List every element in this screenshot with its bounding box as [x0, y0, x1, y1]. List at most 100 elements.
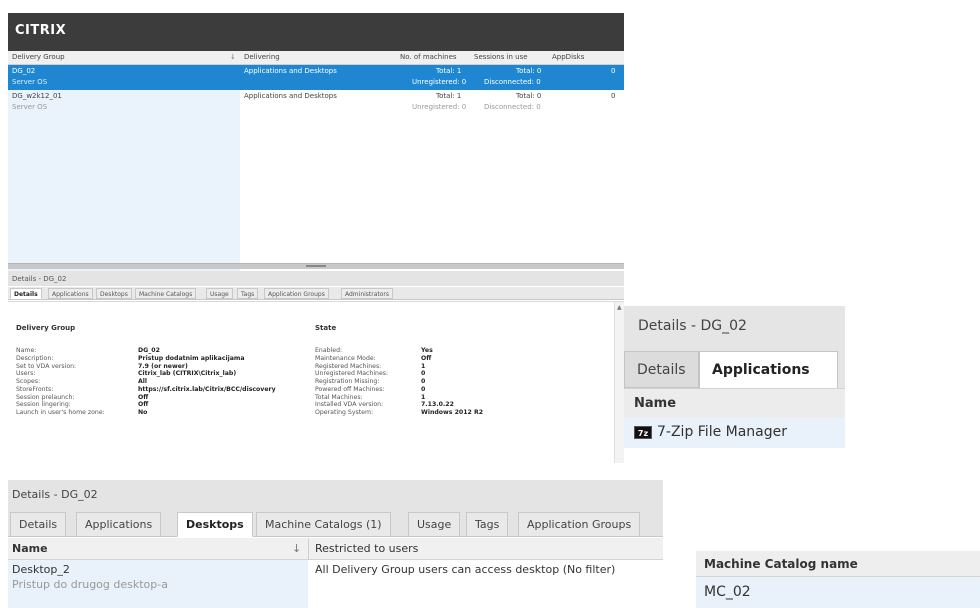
row-machines-total: Total: 1 — [436, 67, 462, 75]
details-body: Delivery Group State Name: Description: … — [8, 301, 624, 463]
zoom-desktops-panel: Details - DG_02 Details Applications Des… — [8, 480, 680, 608]
tab-application-groups[interactable]: Application Groups — [264, 288, 329, 299]
details-left-labels: Name: Description: Set to VDA version: U… — [16, 347, 105, 417]
row-delivering: Applications and Desktops — [244, 67, 337, 75]
zoom-details-title: Details - DG_02 — [624, 306, 845, 348]
label-installed-vda: Installed VDA version: — [315, 401, 384, 409]
value-name: DG_02 — [138, 347, 160, 354]
col-header-delivery-group[interactable]: Delivery Group — [12, 53, 65, 61]
7zip-app-icon: 7z — [634, 425, 652, 439]
row-sessions-disconnected: Disconnected: 0 — [484, 103, 541, 111]
tab-administrators[interactable]: Administrators — [341, 288, 394, 299]
tab-applications[interactable]: Applications — [48, 288, 93, 299]
value-session-lingering: Off — [138, 401, 149, 409]
row-type: Server OS — [12, 78, 48, 86]
sort-down-icon[interactable]: ↓ — [230, 53, 236, 61]
label-vda-version: Set to VDA version: — [16, 362, 77, 370]
tab-applications[interactable]: Applications — [699, 351, 838, 388]
column-divider — [308, 538, 309, 560]
label-registered: Registered Machines: — [315, 362, 382, 370]
delivery-group-row-selected[interactable]: DG_02 Server OS Applications and Desktop… — [8, 65, 624, 90]
machine-catalog-row[interactable]: MC_02 — [696, 577, 980, 608]
desktop-name: Desktop_2 — [12, 563, 70, 576]
value-description: Pristup dodatnim aplikacijama — [138, 354, 245, 362]
tab-details[interactable]: Details — [10, 512, 67, 537]
brand-bar: CITRIX — [8, 13, 624, 51]
row-name: DG_w2k12_01 — [12, 92, 62, 100]
label-session-prelaunch: Session prelaunch: — [16, 393, 75, 401]
delivery-group-row[interactable]: DG_w2k12_01 Server OS Applications and D… — [8, 90, 624, 115]
tab-application-groups[interactable]: Application Groups — [518, 512, 641, 537]
desktops-grid-header: Name ↓ Restricted to users — [8, 538, 663, 560]
col-header-restricted[interactable]: Restricted to users — [315, 542, 418, 555]
zoom-machine-catalogs-panel: Machine Catalog name MC_02 — [696, 551, 980, 608]
tab-machine-catalogs[interactable]: Machine Catalogs — [135, 288, 197, 299]
label-session-lingering: Session lingering: — [16, 401, 71, 409]
section-heading-delivery-group: Delivery Group — [16, 324, 76, 332]
value-storefronts: https://sf.citrix.lab/Citrix/BCC/discove… — [138, 385, 276, 393]
zoom-applications-panel: Details - DG_02 Details Applications Nam… — [624, 306, 845, 458]
tab-tags[interactable]: Tags — [237, 288, 259, 299]
sort-down-icon[interactable]: ↓ — [292, 542, 301, 555]
row-sessions-total: Total: 0 — [516, 67, 542, 75]
tab-details[interactable]: Details — [624, 351, 699, 388]
tab-tags[interactable]: Tags — [466, 512, 509, 537]
section-heading-state: State — [315, 324, 337, 332]
tab-applications[interactable]: Applications — [76, 512, 162, 537]
label-name: Name: — [16, 347, 37, 354]
pane-splitter[interactable] — [8, 263, 624, 269]
zoom-tabbar: Details Applications Desktops Machine Ca… — [8, 511, 663, 537]
details-scrollbar[interactable]: ▲ — [614, 302, 624, 463]
application-name: 7-Zip File Manager — [657, 424, 788, 440]
value-powered-off: 0 — [421, 385, 426, 393]
value-scopes: All — [138, 378, 148, 385]
tab-desktops[interactable]: Desktops — [96, 288, 132, 299]
label-maintenance-mode: Maintenance Mode: — [315, 354, 376, 362]
label-scopes: Scopes: — [16, 378, 41, 385]
row-sessions-total: Total: 0 — [516, 92, 542, 100]
col-header-sessions[interactable]: Sessions in use — [474, 53, 528, 61]
col-header-machine-catalog-name[interactable]: Machine Catalog name — [696, 551, 980, 577]
row-delivering: Applications and Desktops — [244, 92, 337, 100]
splitter-grip-icon[interactable] — [306, 265, 326, 267]
value-maintenance-mode: Off — [421, 354, 432, 362]
col-header-name[interactable]: Name — [12, 542, 48, 555]
value-home-zone: No — [138, 409, 148, 416]
label-storefronts: StoreFronts: — [16, 385, 54, 393]
tab-usage[interactable]: Usage — [408, 512, 461, 537]
row-name: DG_02 — [12, 67, 36, 75]
tab-machine-catalogs[interactable]: Machine Catalogs (1) — [256, 512, 391, 537]
label-powered-off: Powered off Machines: — [315, 385, 385, 393]
col-header-delivering[interactable]: Delivering — [244, 53, 280, 61]
tab-desktops[interactable]: Desktops — [177, 512, 253, 537]
row-machines-unregistered: Unregistered: 0 — [412, 103, 467, 111]
delivery-group-grid-header: Delivery Group ↓ Delivering No. of machi… — [8, 51, 624, 65]
scroll-up-icon[interactable]: ▲ — [617, 304, 622, 311]
col-header-name[interactable]: Name — [624, 388, 845, 418]
desktop-restriction: All Delivery Group users can access desk… — [315, 563, 616, 576]
col-header-machines[interactable]: No. of machines — [400, 53, 457, 61]
value-registration-missing: 0 — [421, 378, 426, 385]
value-os: Windows 2012 R2 — [421, 409, 484, 416]
label-enabled: Enabled: — [315, 347, 343, 354]
row-sessions-disconnected: Disconnected: 0 — [484, 78, 541, 86]
value-total-machines: 1 — [421, 393, 426, 401]
value-unregistered: 0 — [421, 370, 426, 378]
row-appdisks: 0 — [611, 92, 616, 100]
desktop-row[interactable]: Desktop_2 Pristup do drugog desktop-a Al… — [8, 560, 663, 600]
label-users: Users: — [16, 370, 36, 378]
value-users: Citrix_lab (CITRIX\Citrix_lab) — [138, 370, 237, 378]
application-list-item[interactable]: 7z 7-Zip File Manager — [624, 418, 845, 448]
row-type: Server OS — [12, 103, 48, 111]
zoom-details-title: Details - DG_02 — [8, 480, 663, 511]
details-right-values: Yes Off 1 0 0 0 1 7.13.0.22 Windows 2012… — [421, 347, 483, 417]
label-registration-missing: Registration Missing: — [315, 378, 380, 385]
citrix-logo: CITRIX — [15, 23, 67, 38]
row-appdisks: 0 — [611, 67, 616, 75]
value-session-prelaunch: Off — [138, 393, 149, 401]
studio-main-panel: CITRIX Delivery Group ↓ Delivering No. o… — [8, 13, 624, 463]
value-vda-version: 7.9 (or newer) — [138, 362, 188, 370]
tab-details[interactable]: Details — [10, 288, 42, 299]
col-header-appdisks[interactable]: AppDisks — [552, 53, 584, 61]
tab-usage[interactable]: Usage — [206, 288, 233, 299]
